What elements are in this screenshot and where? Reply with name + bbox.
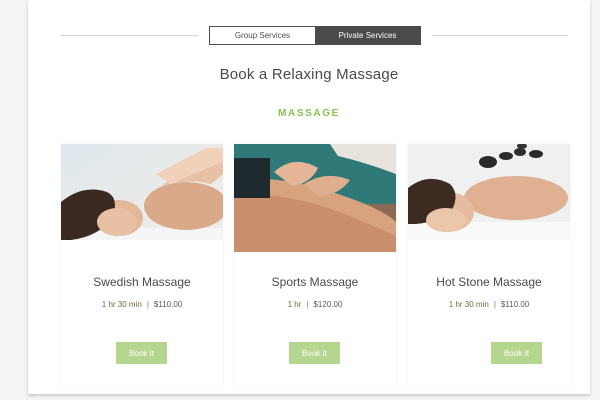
meta-separator: | xyxy=(493,300,496,309)
service-meta: 1 hr | $120.00 xyxy=(234,300,396,309)
swedish-massage-photo xyxy=(61,144,223,252)
service-name: Swedish Massage xyxy=(93,275,191,289)
hot-stone-massage-photo xyxy=(408,144,570,252)
tab-private-services[interactable]: Private Services xyxy=(315,27,420,44)
booking-panel: Group Services Private Services Book a R… xyxy=(28,0,590,394)
sports-massage-photo xyxy=(234,144,396,252)
panel-shadow xyxy=(36,394,590,398)
service-meta: 1 hr 30 min | $110.00 xyxy=(61,300,223,309)
service-name: Sports Massage xyxy=(271,275,359,289)
page-title: Book a Relaxing Massage xyxy=(219,66,399,83)
book-it-button-hot-stone[interactable]: Book It xyxy=(491,342,542,364)
service-card-swedish: Swedish Massage 1 hr 30 min | $110.00 Book… xyxy=(61,144,223,388)
service-card-sports: Sports Massage 1 hr | $120.00 Book It xyxy=(234,144,396,388)
tab-group-services[interactable]: Group Services xyxy=(210,27,315,44)
service-duration: 1 hr 30 min xyxy=(101,300,142,309)
meta-separator: | xyxy=(306,300,309,309)
service-price: $120.00 xyxy=(313,300,343,309)
service-duration: 1 hr xyxy=(287,300,302,309)
book-it-button-sports[interactable]: Book It xyxy=(289,342,340,364)
service-duration: 1 hr 30 min xyxy=(448,300,489,309)
meta-separator: | xyxy=(146,300,149,309)
section-label: MASSAGE xyxy=(278,108,340,119)
service-card-hot-stone: Hot Stone Massage 1 hr 30 min | $110.00 Bo… xyxy=(408,144,570,388)
divider-left xyxy=(60,35,198,36)
divider-right xyxy=(432,35,568,36)
service-price: $110.00 xyxy=(153,300,183,309)
service-type-tabs: Group Services Private Services xyxy=(28,26,590,46)
service-price: $110.00 xyxy=(500,300,530,309)
book-it-button-swedish[interactable]: Book It xyxy=(116,342,167,364)
tab-group: Group Services Private Services xyxy=(209,26,421,45)
service-meta: 1 hr 30 min | $110.00 xyxy=(408,300,570,309)
service-name: Hot Stone Massage xyxy=(436,275,542,289)
